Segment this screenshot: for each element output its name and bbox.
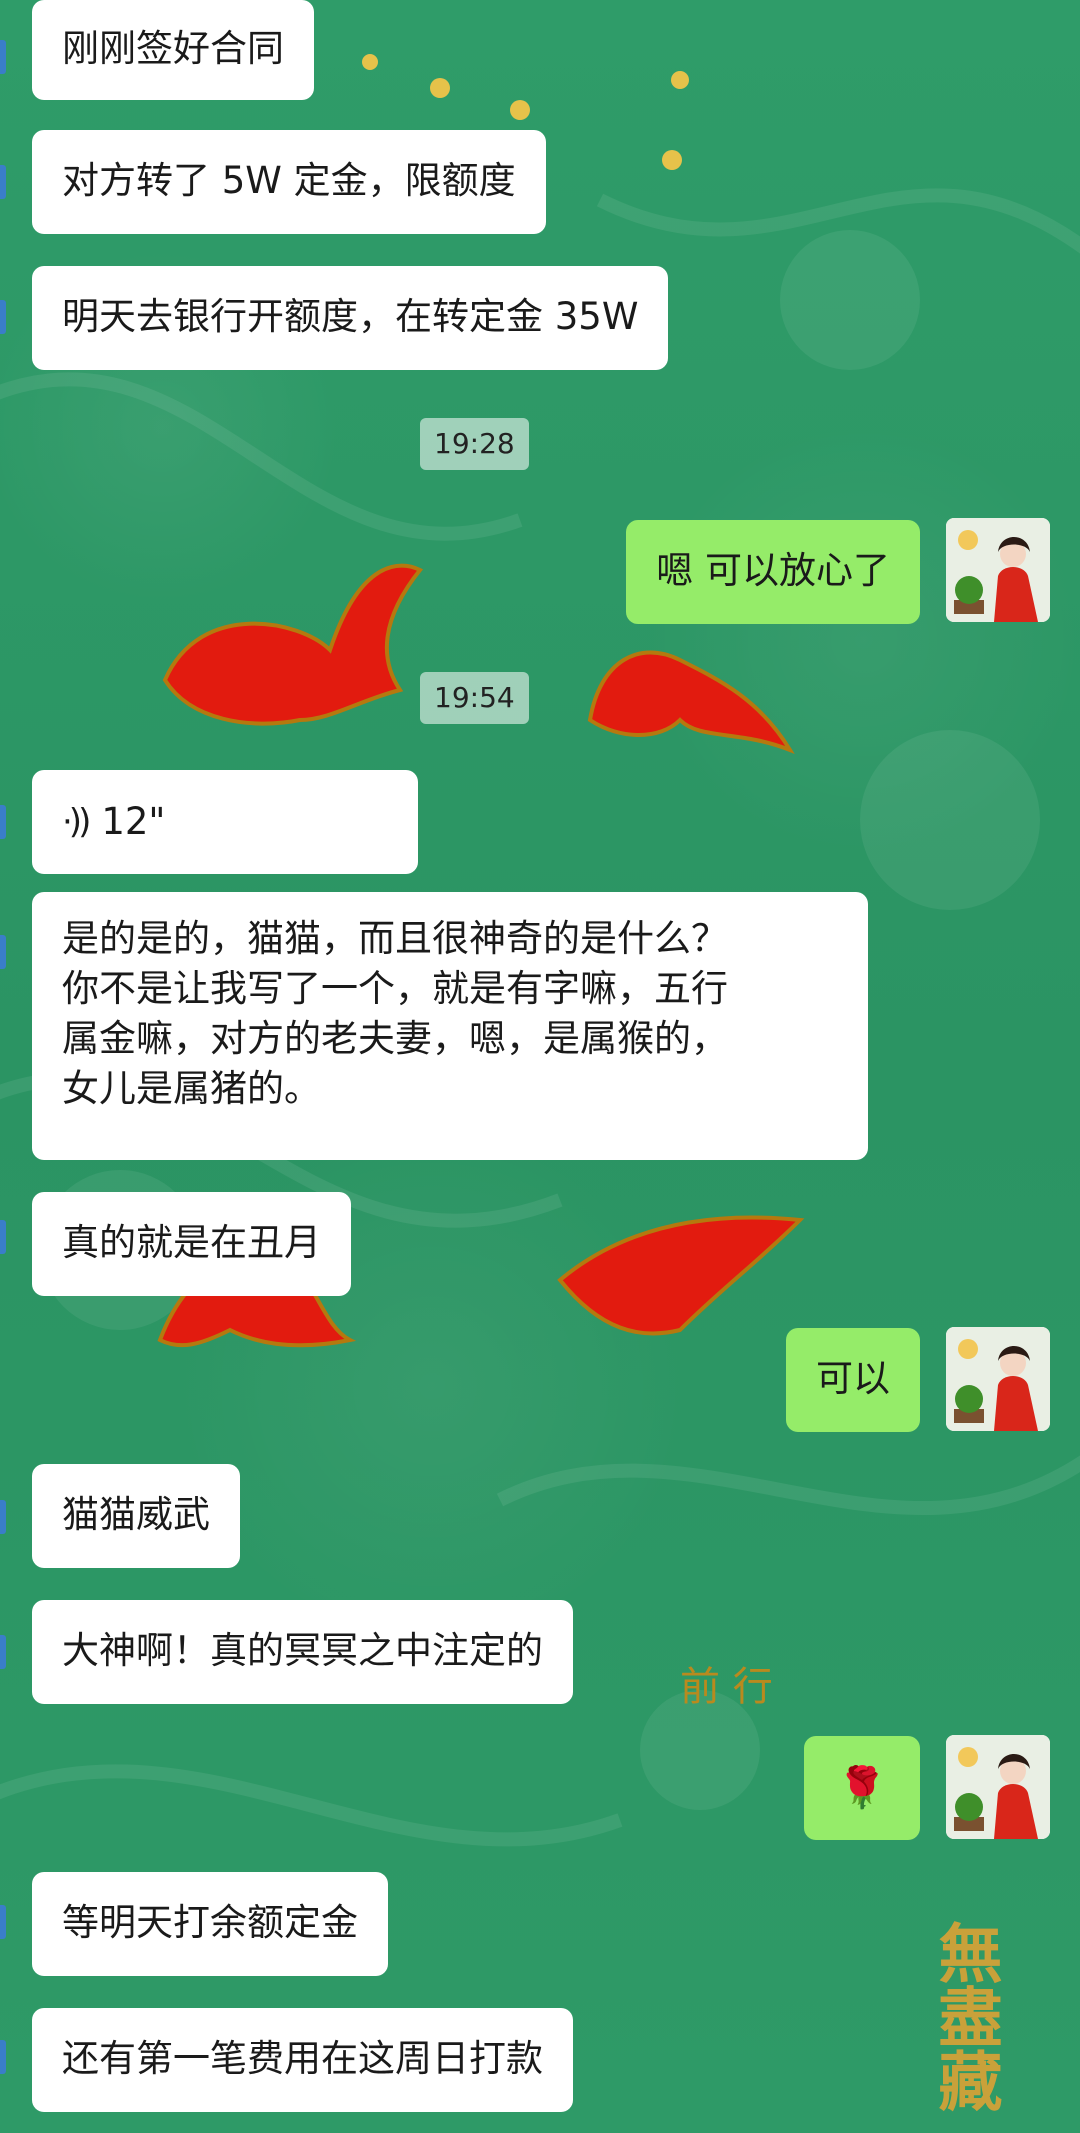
- sender-indicator: [0, 1220, 6, 1254]
- voice-wave-icon: ·)): [62, 802, 91, 842]
- message-bubble[interactable]: 对方转了 5W 定金，限额度: [32, 130, 546, 234]
- message-bubble[interactable]: 明天去银行开额度，在转定金 35W: [32, 266, 669, 370]
- message-bubble-self[interactable]: 嗯 可以放心了: [626, 520, 920, 624]
- timestamp: 19:28: [420, 418, 529, 470]
- avatar[interactable]: [946, 518, 1050, 622]
- message-bubble[interactable]: 是的是的，猫猫，而且很神奇的是什么？ 你不是让我写了一个，就是有字嘛，五行 属金…: [32, 892, 868, 1160]
- message-row[interactable]: 是的是的，猫猫，而且很神奇的是什么？ 你不是让我写了一个，就是有字嘛，五行 属金…: [32, 892, 868, 1160]
- message-row[interactable]: 还有第一笔费用在这周日打款: [32, 2008, 573, 2112]
- avatar[interactable]: [946, 1735, 1050, 1839]
- message-row-self[interactable]: 可以: [786, 1328, 920, 1432]
- message-line: 你不是让我写了一个，就是有字嘛，五行: [62, 967, 728, 1010]
- message-bubble[interactable]: 猫猫威武: [32, 1464, 240, 1568]
- message-bubble[interactable]: 还有第一笔费用在这周日打款: [32, 2008, 573, 2112]
- message-bubble-self[interactable]: 🌹: [804, 1736, 920, 1840]
- sender-indicator: [0, 805, 6, 839]
- avatar-image: [946, 518, 1050, 622]
- message-bubble-self[interactable]: 可以: [786, 1328, 920, 1432]
- message-line: 是的是的，猫猫，而且很神奇的是什么？: [62, 917, 728, 960]
- sender-indicator: [0, 40, 6, 74]
- message-row[interactable]: 猫猫威武: [32, 1464, 240, 1568]
- voice-duration: 12": [101, 800, 166, 843]
- sender-indicator: [0, 1500, 6, 1534]
- message-row[interactable]: 对方转了 5W 定金，限额度: [32, 130, 546, 234]
- message-row[interactable]: 真的就是在丑月: [32, 1192, 351, 1296]
- voice-message-row[interactable]: ·)) 12": [32, 770, 418, 874]
- message-bubble[interactable]: 大神啊！真的冥冥之中注定的: [32, 1600, 573, 1704]
- sender-indicator: [0, 1635, 6, 1669]
- message-row-self[interactable]: 🌹: [804, 1736, 920, 1840]
- avatar-image: [946, 1327, 1050, 1431]
- message-bubble[interactable]: 真的就是在丑月: [32, 1192, 351, 1296]
- voice-message-bubble[interactable]: ·)) 12": [32, 770, 418, 874]
- timestamp: 19:54: [420, 672, 529, 724]
- message-row[interactable]: 等明天打余额定金: [32, 1872, 388, 1976]
- rose-emoji: 🌹: [837, 1765, 887, 1811]
- message-row[interactable]: 刚刚签好合同: [32, 0, 314, 100]
- message-row[interactable]: 明天去银行开额度，在转定金 35W: [32, 266, 669, 370]
- wallpaper-text-right: 無盡藏: [928, 1920, 1003, 2112]
- message-bubble[interactable]: 等明天打余额定金: [32, 1872, 388, 1976]
- message-row-self[interactable]: 嗯 可以放心了: [626, 520, 920, 624]
- sender-indicator: [0, 2040, 6, 2074]
- sender-indicator: [0, 935, 6, 969]
- message-bubble[interactable]: 刚刚签好合同: [32, 0, 314, 100]
- avatar[interactable]: [946, 1327, 1050, 1431]
- sender-indicator: [0, 300, 6, 334]
- sender-indicator: [0, 1905, 6, 1939]
- message-row[interactable]: 大神啊！真的冥冥之中注定的: [32, 1600, 573, 1704]
- wallpaper-text-mid: 前 行: [680, 1664, 773, 1710]
- avatar-image: [946, 1735, 1050, 1839]
- sender-indicator: [0, 165, 6, 199]
- message-line: 女儿是属猪的。: [62, 1067, 321, 1110]
- message-line: 属金嘛，对方的老夫妻，嗯，是属猴的，: [62, 1017, 728, 1060]
